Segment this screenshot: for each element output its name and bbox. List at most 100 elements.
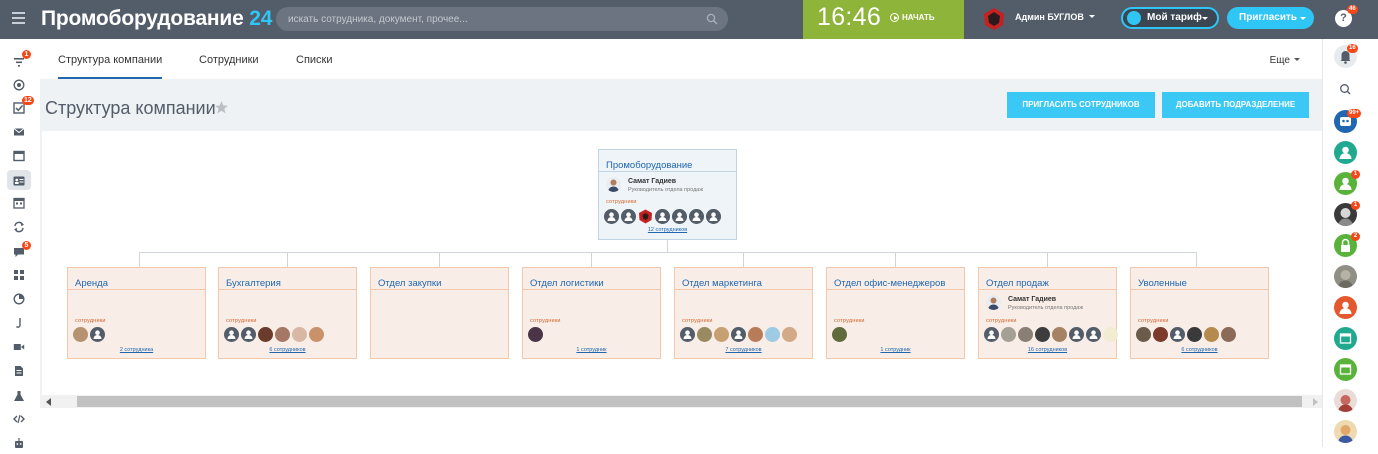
employee-avatar[interactable] [984, 327, 999, 342]
tab-company-structure[interactable]: Структура компании [58, 54, 163, 79]
employee-avatar[interactable] [1221, 327, 1236, 342]
contact-avatar-1[interactable] [1334, 141, 1357, 164]
employee-count-link[interactable]: 16 сотрудников [979, 347, 1116, 353]
search-icon[interactable] [706, 13, 718, 25]
department-title[interactable]: Аренда [75, 278, 108, 289]
employee-avatar[interactable] [1187, 327, 1202, 342]
employee-avatar[interactable] [1035, 327, 1050, 342]
department-title[interactable]: Отдел продаж [986, 278, 1049, 289]
employee-avatar[interactable] [731, 327, 746, 342]
user-menu[interactable]: Админ БУГЛОВ [1015, 12, 1095, 22]
employee-avatar[interactable] [309, 327, 324, 342]
employee-avatar[interactable] [1103, 327, 1118, 342]
menu-item-mail[interactable] [13, 125, 25, 137]
menu-item-developer[interactable] [13, 412, 25, 424]
employee-avatar[interactable] [258, 327, 273, 342]
employee-count-link[interactable]: 7 сотрудников [675, 347, 812, 353]
menu-item-video[interactable] [13, 340, 25, 352]
employee-avatar[interactable] [224, 327, 239, 342]
scroll-left-arrow-icon[interactable] [46, 398, 51, 406]
employee-avatar[interactable] [1136, 327, 1151, 342]
add-department-button[interactable]: ДОБАВИТЬ ПОДРАЗДЕЛЕНИЕ [1162, 92, 1309, 118]
menu-item-target[interactable] [13, 78, 25, 91]
my-tariff-button[interactable]: Мой тариф [1121, 7, 1219, 29]
department-title[interactable]: Промоборудование [606, 160, 692, 171]
contact-avatar-5[interactable] [1334, 265, 1357, 288]
calendar-chat-avatar-1[interactable] [1334, 327, 1357, 350]
employee-count-link[interactable]: 1 сотрудник [827, 347, 964, 353]
scroll-right-arrow-icon[interactable] [1313, 398, 1318, 406]
menu-item-j[interactable] [13, 316, 25, 328]
tabs-bar: Структура компании Сотрудники Списки Еще [40, 39, 1322, 79]
department-head[interactable]: Самат Гадиев Руководитель отдела продаж [606, 177, 703, 195]
employee-count-link[interactable]: 6 сотрудников [219, 347, 356, 353]
employee-avatar[interactable] [90, 327, 105, 342]
employee-avatar[interactable] [1086, 327, 1101, 342]
employee-avatar[interactable] [604, 209, 619, 224]
contact-avatar-6[interactable] [1334, 296, 1357, 319]
menu-item-window[interactable] [13, 149, 25, 162]
contact-avatar-7[interactable] [1334, 389, 1357, 412]
scrollbar-thumb[interactable] [77, 396, 1302, 407]
employee-avatar[interactable] [672, 209, 687, 224]
employee-avatar[interactable] [1069, 327, 1084, 342]
employee-avatar[interactable] [706, 209, 721, 224]
menu-item-docs[interactable] [13, 364, 25, 376]
employee-avatar[interactable] [1204, 327, 1219, 342]
tab-employees[interactable]: Сотрудники [199, 54, 259, 66]
employee-count-link[interactable]: 2 сотрудника [68, 347, 205, 353]
employee-avatar[interactable] [73, 327, 88, 342]
employee-avatar[interactable] [528, 327, 543, 342]
employee-avatar[interactable] [292, 327, 307, 342]
employee-avatar[interactable] [782, 327, 797, 342]
employee-count-link[interactable]: 12 сотрудников [599, 227, 736, 233]
menu-item-company[interactable] [7, 170, 31, 190]
employee-avatar[interactable] [241, 327, 256, 342]
employee-avatar[interactable] [1018, 327, 1033, 342]
user-avatar[interactable] [981, 6, 1007, 32]
calendar-chat-avatar-2[interactable] [1334, 358, 1357, 381]
employee-avatar[interactable] [689, 209, 704, 224]
department-title[interactable]: Отдел маркетинга [682, 278, 762, 289]
employee-avatar[interactable] [655, 209, 670, 224]
department-head[interactable]: Самат Гадиев Руководитель отдела продаж [986, 295, 1083, 313]
employee-avatar[interactable] [275, 327, 290, 342]
contact-avatar-8[interactable] [1334, 420, 1357, 443]
employee-avatar[interactable] [697, 327, 712, 342]
employee-avatar[interactable] [1170, 327, 1185, 342]
employee-avatar[interactable] [765, 327, 780, 342]
employee-avatar[interactable] [680, 327, 695, 342]
invite-button[interactable]: Пригласить [1227, 7, 1314, 29]
panel-search-button[interactable] [1334, 78, 1357, 101]
employee-avatar[interactable] [638, 209, 653, 224]
employee-avatar[interactable] [1001, 327, 1016, 342]
department-title[interactable]: Уволенные [1138, 278, 1187, 289]
employee-avatar[interactable] [1052, 327, 1067, 342]
department-title[interactable]: Отдел логистики [530, 278, 604, 289]
department-title[interactable]: Отдел закупки [378, 278, 441, 289]
employee-avatar[interactable] [714, 327, 729, 342]
department-title[interactable]: Отдел офис-менеджеров [834, 278, 945, 289]
horizontal-scrollbar[interactable] [42, 395, 1322, 408]
employee-avatar[interactable] [748, 327, 763, 342]
portal-logo[interactable]: Промоборудование 24 [41, 7, 272, 31]
tab-lists[interactable]: Списки [296, 54, 333, 66]
employee-count-link[interactable]: 6 сотрудников [1131, 347, 1268, 353]
employee-avatar[interactable] [832, 327, 847, 342]
employee-avatar[interactable] [1153, 327, 1168, 342]
menu-item-apps[interactable] [13, 268, 25, 280]
search-input[interactable] [288, 7, 698, 31]
menu-item-sync[interactable] [13, 220, 25, 233]
menu-item-pie[interactable] [13, 292, 25, 305]
menu-item-calendar[interactable] [13, 196, 25, 209]
star-icon[interactable] [214, 100, 229, 115]
employee-avatar[interactable] [621, 209, 636, 224]
start-workday-button[interactable]: НАЧАТЬ [890, 13, 935, 22]
employee-count-link[interactable]: 1 сотрудник [523, 347, 660, 353]
department-title[interactable]: Бухгалтерия [226, 278, 281, 289]
menu-item-robot[interactable] [13, 436, 25, 448]
more-menu[interactable]: Еще [1270, 55, 1300, 66]
invite-employees-button[interactable]: ПРИГЛАСИТЬ СОТРУДНИКОВ [1007, 92, 1155, 118]
hamburger-menu-icon[interactable] [12, 12, 25, 26]
menu-item-lab[interactable] [13, 389, 25, 401]
